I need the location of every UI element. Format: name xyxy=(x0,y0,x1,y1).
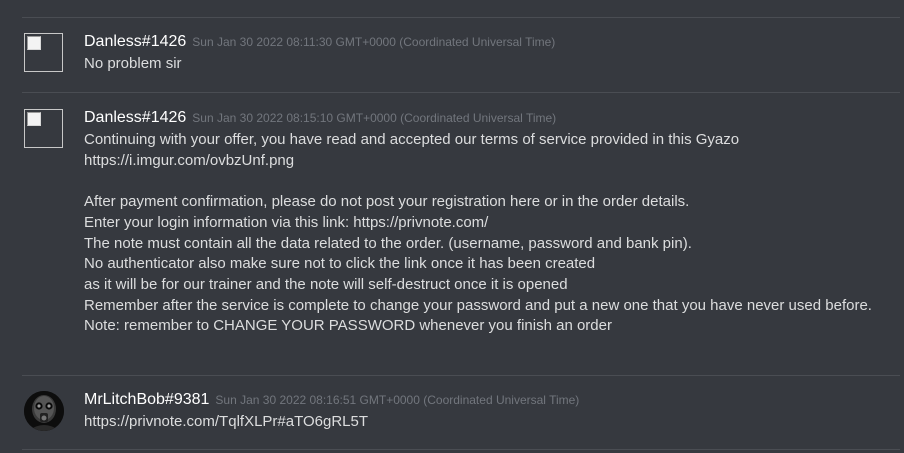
message-divider xyxy=(22,92,900,93)
avatar[interactable] xyxy=(24,391,64,431)
timestamp: Sun Jan 30 2022 08:15:10 GMT+0000 (Coord… xyxy=(192,111,557,125)
avatar[interactable] xyxy=(24,33,63,72)
username[interactable]: Danless#1426 xyxy=(84,109,186,126)
message-item: Danless#1426 Sun Jan 30 2022 08:11:30 GMT… xyxy=(22,33,900,93)
message-divider xyxy=(22,375,900,376)
broken-image-icon xyxy=(27,36,41,50)
timestamp: Sun Jan 30 2022 08:16:51 GMT+0000 (Coord… xyxy=(215,393,580,407)
broken-image-icon xyxy=(27,112,41,126)
message-header: Danless#1426 Sun Jan 30 2022 08:11:30 GMT… xyxy=(84,33,555,51)
timestamp: Sun Jan 30 2022 08:11:30 GMT+0000 (Coord… xyxy=(192,35,556,49)
username[interactable]: MrLitchBob#9381 xyxy=(84,391,209,408)
username[interactable]: Danless#1426 xyxy=(84,33,186,50)
message-divider xyxy=(22,449,900,450)
message-header: Danless#1426 Sun Jan 30 2022 08:15:10 GMT… xyxy=(84,109,556,127)
top-divider xyxy=(22,17,900,18)
message-content: https://privnote.com/TqlfXLPr#aTO6gRL5T xyxy=(84,413,369,430)
message-content: Continuing with your offer, you have rea… xyxy=(84,131,872,335)
gas-mask-avatar-icon xyxy=(24,391,64,431)
message-item: Danless#1426 Sun Jan 30 2022 08:15:10 GMT… xyxy=(22,109,900,376)
message-item: MrLitchBob#9381 Sun Jan 30 2022 08:16:51 … xyxy=(22,391,900,450)
message-header: MrLitchBob#9381 Sun Jan 30 2022 08:16:51 … xyxy=(84,391,579,409)
avatar[interactable] xyxy=(24,109,63,148)
message-content: No problem sir xyxy=(84,55,182,72)
